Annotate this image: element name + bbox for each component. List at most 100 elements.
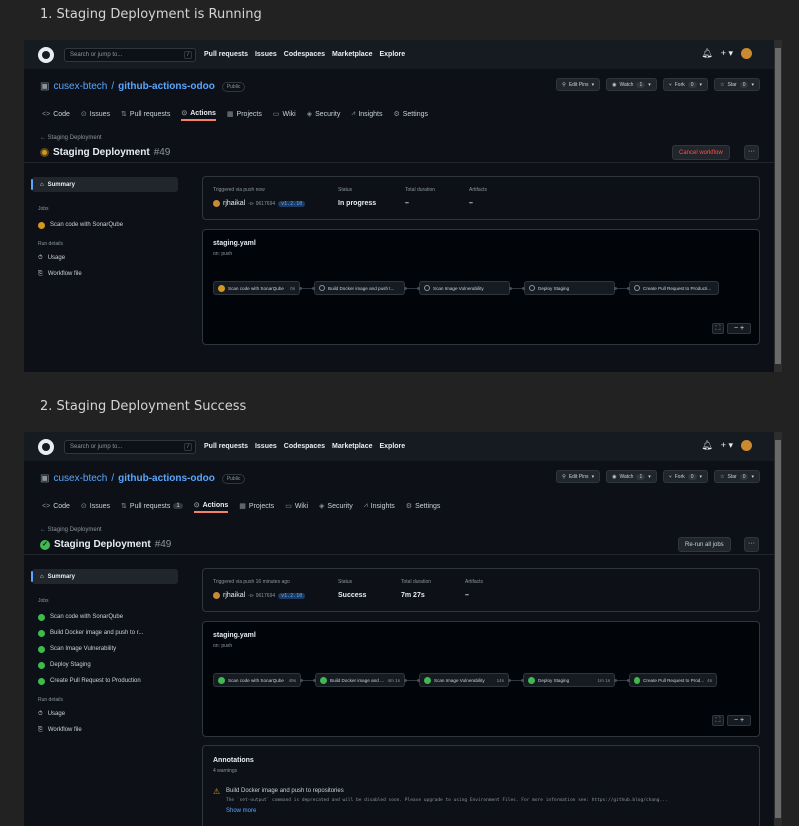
plus-dropdown-icon[interactable]: + ▾ [721,48,733,59]
tab-issues[interactable]: ⊙ Issues [81,107,110,121]
sidebar-item-usage[interactable]: ⏱︎ Usage [38,706,178,722]
tab-issues[interactable]: ⊙ Issues [81,499,110,513]
section-title: 1. Staging Deployment is Running [40,7,262,22]
cancel-workflow-button[interactable]: Cancel workflow [672,145,730,160]
sidebar-job[interactable]: Scan code with SonarQube [38,609,178,625]
commit-sha[interactable]: -o- 9617694 [248,593,275,599]
show-more-link[interactable]: Show more [226,808,256,814]
annotation-heading[interactable]: Build Docker image and push to repositor… [226,788,344,794]
tab-settings[interactable]: ⚙ Settings [406,499,441,513]
avatar[interactable] [741,48,752,59]
github-logo-icon[interactable] [38,46,54,63]
repo-title: ▣ cusex-btech / github-actions-odoo Publ… [40,81,246,92]
sidebar-job[interactable]: Deploy Staging [38,657,178,673]
nav-pull-requests[interactable]: Pull requests [204,51,248,58]
plus-dropdown-icon[interactable]: + ▾ [721,440,733,451]
nav-codespaces[interactable]: Codespaces [284,51,325,58]
job-node[interactable]: Deploy Staging 1m 1s [523,673,615,687]
breadcrumb[interactable]: ← Staging Deployment [40,135,102,141]
check-circle-icon [218,676,225,684]
nav-explore[interactable]: Explore [379,51,405,58]
user-link[interactable]: rjhaikal [223,200,245,207]
tag-chip[interactable]: v1.2.10 [278,200,306,207]
job-node[interactable]: Create Pull Request to Producti... [629,281,719,295]
nav-pull-requests[interactable]: Pull requests [204,443,248,450]
tab-security[interactable]: ◈ Security [307,107,341,121]
rerun-all-jobs-button[interactable]: Re-run all jobs [678,537,731,552]
tab-pull-requests[interactable]: ⇅ Pull requests 1 [121,499,183,513]
tab-security[interactable]: ◈ Security [319,499,353,513]
scrollbar[interactable] [774,40,782,372]
tab-insights[interactable]: ⩘ Insights [351,107,382,121]
job-node[interactable]: Scan Image Vulnerability [419,281,510,295]
nav-marketplace[interactable]: Marketplace [332,443,372,450]
scrollbar[interactable] [774,432,782,826]
sidebar-job[interactable]: Scan Image Vulnerability [38,641,178,657]
edit-pins-button[interactable]: ⚲ Edit Pins ▾ [556,78,601,91]
search-input[interactable]: Search or jump to... / [64,47,196,62]
edit-pins-button[interactable]: ⚲ Edit Pins ▾ [556,470,601,483]
job-node[interactable]: Build Docker image and push t... [314,281,405,295]
more-options-button[interactable]: ··· [744,145,759,160]
job-node[interactable]: Deploy Staging [524,281,615,295]
sidebar-item-workflow-file[interactable]: ⎘ Workflow file [38,266,178,282]
fullscreen-icon[interactable]: ⛶ [712,323,724,334]
tab-actions[interactable]: ⊙ Actions [193,499,229,513]
tab-projects[interactable]: ▦ Projects [227,107,262,121]
tab-code[interactable]: <> Code [42,107,70,121]
section-title: 2. Staging Deployment Success [40,399,247,414]
sidebar-item-workflow-file[interactable]: ⎘ Workflow file [38,722,178,738]
scrollbar-thumb[interactable] [775,48,781,364]
breadcrumb[interactable]: ← Staging Deployment [40,527,102,533]
fork-icon: ⑂ [668,473,672,480]
nav-codespaces[interactable]: Codespaces [284,443,325,450]
sidebar-job[interactable]: Scan code with SonarQube [38,217,178,233]
watch-button[interactable]: ◉ Watch 1 ▾ [606,78,657,91]
zoom-buttons[interactable]: − + [727,323,751,334]
repo-name-link[interactable]: github-actions-odoo [118,81,215,92]
tab-settings[interactable]: ⚙ Settings [393,107,428,121]
search-input[interactable]: Search or jump to... / [64,439,196,454]
star-button[interactable]: ☆ Star 0 ▾ [714,78,760,91]
job-node[interactable]: Build Docker image and ... 4m 1s [315,673,405,687]
zoom-buttons[interactable]: − + [727,715,751,726]
more-options-button[interactable]: ··· [744,537,759,552]
bell-icon[interactable]: 🔔︎ [701,48,712,59]
tab-insights[interactable]: ⩘ Insights [364,499,395,513]
commit-sha[interactable]: -o- 9617694 [248,201,275,207]
sidebar-item-summary[interactable]: ⌂ Summary [31,177,178,192]
user-link[interactable]: rjhaikal [223,592,245,599]
tag-chip[interactable]: v1.2.10 [278,592,306,599]
sidebar-item-usage[interactable]: ⏱︎ Usage [38,250,178,266]
nav-explore[interactable]: Explore [379,443,405,450]
sidebar-job[interactable]: Build Docker image and push to r... [38,625,178,641]
chevron-down-icon: ▾ [699,81,703,88]
fork-button[interactable]: ⑂ Fork 0 ▾ [662,470,709,483]
bell-icon[interactable]: 🔔︎ [701,440,712,451]
fork-button[interactable]: ⑂ Fork 0 ▾ [662,78,709,91]
repo-owner-link[interactable]: cusex-btech [53,81,107,92]
watch-button[interactable]: ◉ Watch 1 ▾ [606,470,657,483]
job-node[interactable]: Scan Image Vulnerability 14s [419,673,509,687]
avatar[interactable] [741,440,752,451]
job-node[interactable]: Scan code with SonarQube 0s [213,281,300,295]
job-node[interactable]: Scan code with SonarQube 49s [213,673,301,687]
star-button[interactable]: ☆ Star 0 ▾ [714,470,760,483]
nav-issues[interactable]: Issues [255,51,277,58]
tab-projects[interactable]: ▦ Projects [239,499,274,513]
repo-name-link[interactable]: github-actions-odoo [118,473,215,484]
job-node[interactable]: Create Pull Request to Prod... 4s [629,673,717,687]
fullscreen-icon[interactable]: ⛶ [712,715,724,726]
sidebar-job[interactable]: Create Pull Request to Production [38,673,178,689]
repo-owner-link[interactable]: cusex-btech [53,473,107,484]
tab-code[interactable]: <> Code [42,499,70,513]
scrollbar-thumb[interactable] [775,440,781,818]
nav-marketplace[interactable]: Marketplace [332,51,372,58]
tab-wiki[interactable]: ▭ Wiki [273,107,296,121]
tab-wiki[interactable]: ▭ Wiki [285,499,308,513]
tab-pull-requests[interactable]: ⇅ Pull requests [121,107,170,121]
nav-issues[interactable]: Issues [255,443,277,450]
tab-actions[interactable]: ⊙ Actions [181,107,216,121]
github-logo-icon[interactable] [38,438,54,455]
sidebar-item-summary[interactable]: ⌂ Summary [31,569,178,584]
